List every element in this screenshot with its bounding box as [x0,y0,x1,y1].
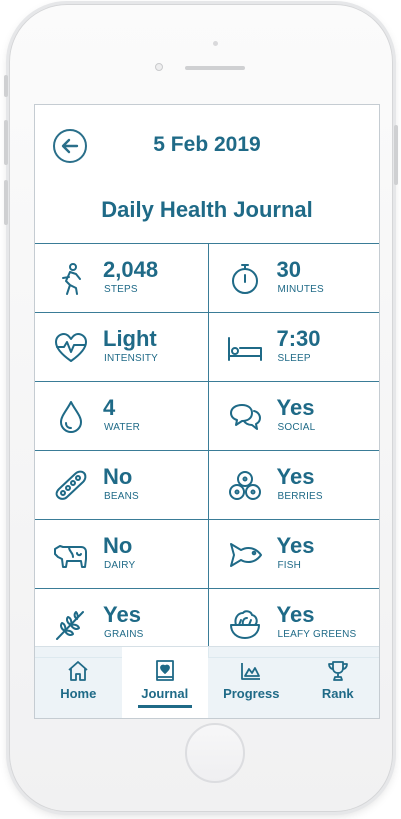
trophy-icon [327,661,348,681]
area-chart-icon [241,663,261,680]
metric-label: STEPS [104,284,138,295]
metrics-grid: 2,048 STEPS 30 MINUTES Light INTENSITY 7… [35,243,380,658]
metric-water[interactable]: 4 WATER [35,382,208,450]
fish-icon [227,537,263,573]
metric-value: 7:30 [276,326,321,351]
house-icon [68,661,88,681]
page-title: Daily Health Journal [101,197,313,222]
metric-value: 4 [103,395,116,420]
metric-value: No [103,533,133,558]
metric-label: GRAINS [104,629,144,640]
metrics-row: 2,048 STEPS 30 MINUTES [35,244,380,313]
journal-header: 5 Feb 2019 Daily Health Journal [35,105,379,245]
nav-home-label: Home [60,686,97,701]
metric-steps[interactable]: 2,048 STEPS [35,244,208,312]
metric-label: DAIRY [104,560,136,571]
metric-social[interactable]: Yes SOCIAL [207,382,380,450]
power-button [394,125,398,185]
nav-journal-label: Journal [141,686,189,701]
chat-bubbles-icon [227,399,263,435]
proximity-sensor [213,41,218,46]
bottom-nav: Home Journal Progress Rank [35,646,380,718]
water-drop-icon [53,399,89,435]
metric-beans[interactable]: No BEANS [35,451,208,519]
leafy-greens-bowl-icon [227,606,263,642]
metric-value: Yes [276,395,315,420]
home-button[interactable] [185,723,245,783]
nav-rank-label: Rank [321,686,354,701]
metric-value: Yes [276,533,315,558]
nav-progress[interactable]: Progress [208,647,295,718]
metric-label: WATER [104,422,140,433]
metric-label: MINUTES [277,284,324,295]
metric-value: No [103,464,133,489]
metric-sleep[interactable]: 7:30 SLEEP [207,313,380,381]
app-screen: 5 Feb 2019 Daily Health Journal 2,048 ST… [34,104,380,719]
metrics-row: No DAIRY Yes FISH [35,520,380,589]
wheat-icon [53,606,89,642]
volume-down-button [4,180,8,225]
metric-value: Yes [276,464,315,489]
heartbeat-icon [53,330,89,366]
volume-up-button [4,120,8,165]
metric-minutes[interactable]: 30 MINUTES [207,244,380,312]
metric-label: FISH [277,560,302,571]
metrics-row: No BEANS Yes BERRIES [35,451,380,520]
stopwatch-icon [227,261,263,297]
metric-dairy[interactable]: No DAIRY [35,520,208,588]
metric-berries[interactable]: Yes BERRIES [207,451,380,519]
nav-journal[interactable]: Journal [121,647,208,718]
metric-value: Yes [276,602,315,627]
bean-pod-icon [53,468,89,504]
metric-label: BEANS [104,491,139,502]
metric-label: LEAFY GREENS [277,629,357,640]
metric-label: SOCIAL [277,422,316,433]
nav-progress-label: Progress [223,686,280,701]
metric-label: BERRIES [277,491,323,502]
nav-rank[interactable]: Rank [295,647,380,718]
metric-fish[interactable]: Yes FISH [207,520,380,588]
metric-label: INTENSITY [104,353,159,364]
front-camera [155,63,163,71]
nav-home[interactable]: Home [35,647,122,718]
metric-value: 2,048 [103,257,159,282]
journal-book-icon [155,660,174,681]
cow-icon [53,537,89,573]
metrics-row: Light INTENSITY 7:30 SLEEP [35,313,380,382]
berries-icon [227,468,263,504]
metric-value: Yes [103,602,141,627]
metrics-row: 4 WATER Yes SOCIAL [35,382,380,451]
bed-icon [227,330,263,366]
metric-intensity[interactable]: Light INTENSITY [35,313,208,381]
mute-switch [4,75,8,97]
metric-value: 30 [276,257,301,282]
journal-date: 5 Feb 2019 [153,133,261,156]
active-tab-indicator [137,705,192,708]
metric-label: SLEEP [277,353,311,364]
earpiece-speaker [185,66,245,70]
walking-person-icon [53,261,89,297]
metric-value: Light [103,326,157,351]
